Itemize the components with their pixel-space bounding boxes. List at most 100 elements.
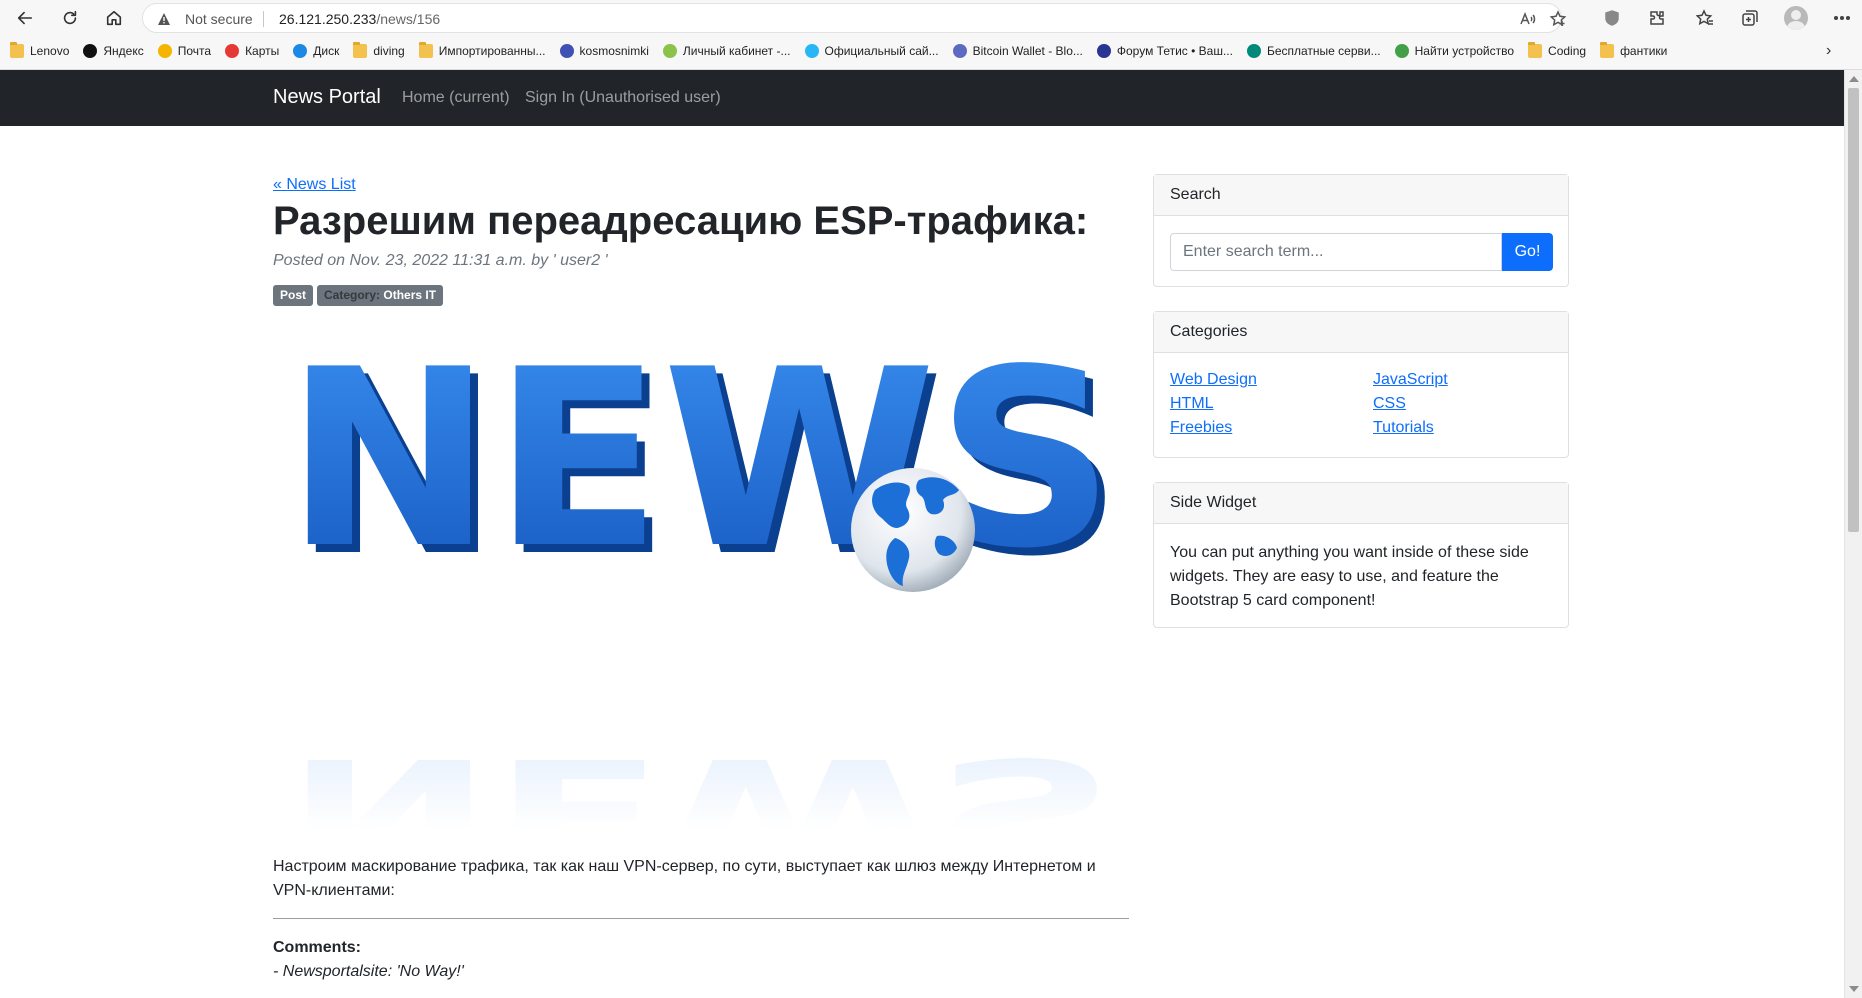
back-to-news-list-link[interactable]: « News List [273, 176, 356, 194]
folder-icon [10, 42, 24, 58]
address-bar[interactable]: Not secure 26.121.250.233/news/156 [142, 3, 1567, 33]
search-card: Search Enter search term... Go! [1153, 174, 1569, 287]
post-body-text: Настроим маскирование трафика, так как н… [273, 858, 1096, 899]
browser-chrome: Not secure 26.121.250.233/news/156 Lenov… [0, 0, 1862, 70]
bookmark-item[interactable]: Карты [225, 40, 279, 62]
bookmark-label: Бесплатные серви... [1266, 44, 1381, 58]
side-widget-title: Side Widget [1154, 483, 1568, 524]
globe-icon [851, 468, 975, 592]
categories-card-title: Categories [1154, 312, 1568, 353]
back-button[interactable] [12, 5, 38, 31]
category-link-css[interactable]: CSS [1373, 395, 1406, 413]
post-meta: Posted on Nov. 23, 2022 11:31 a.m. by ' … [273, 252, 608, 269]
hero-word: NEWS [285, 330, 1115, 602]
forum-icon [1096, 44, 1111, 58]
bookmark-label: Coding [1548, 44, 1587, 58]
bookmarks-bar: Lenovo Яндекс Почта Карты Диск diving Импортир… [0, 38, 1862, 64]
bookmark-label: Карты [245, 44, 280, 58]
category-link-tutorials[interactable]: Tutorials [1373, 419, 1434, 437]
bookmark-label: Форум Тетис • Ваш... [1116, 44, 1233, 58]
reload-button[interactable] [57, 5, 83, 31]
nav-home-link[interactable]: Home (current) [402, 89, 510, 107]
bookmarks-overflow-chevron-icon[interactable]: › [1826, 42, 1831, 60]
category-link-web-design[interactable]: Web Design [1170, 371, 1257, 389]
add-favorite-icon[interactable] [1549, 10, 1567, 28]
category-link-javascript[interactable]: JavaScript [1373, 371, 1448, 389]
bookmark-label: Почта [177, 44, 212, 58]
category-link-html[interactable]: HTML [1170, 395, 1214, 413]
category-badge-label: Category: [324, 288, 381, 302]
map-pin-icon [225, 44, 240, 58]
category-badge-value: Others IT [383, 288, 437, 302]
read-aloud-icon[interactable] [1518, 10, 1536, 28]
site-navbar: News Portal Home (current) Sign In (Unau… [0, 70, 1844, 126]
extensions-icon[interactable] [1645, 6, 1669, 30]
bookmark-label: фантики [1620, 44, 1668, 58]
emblem-icon [662, 44, 677, 58]
url-text: 26.121.250.233/news/156 [279, 11, 440, 27]
bookmark-label: Личный кабинет -... [682, 44, 791, 58]
more-menu-icon[interactable] [1830, 6, 1854, 30]
mail-icon [157, 44, 172, 58]
favorites-icon[interactable] [1693, 6, 1717, 30]
address-row: Not secure 26.121.250.233/news/156 [0, 0, 1862, 36]
cube-icon [952, 44, 967, 58]
search-go-button[interactable]: Go! [1502, 233, 1553, 271]
navbar-brand[interactable]: News Portal [273, 86, 381, 109]
profile-avatar-icon[interactable] [1784, 6, 1808, 30]
bookmark-label: Импортированны... [438, 44, 546, 58]
post-badges: Post Category: Others IT [273, 285, 444, 306]
scroll-down-icon[interactable] [1849, 986, 1859, 992]
bookmark-item[interactable]: Найти устройство [1394, 40, 1515, 62]
collections-icon[interactable] [1738, 6, 1762, 30]
side-widget-card: Side Widget You can put anything you wan… [1153, 482, 1569, 628]
bookmark-item[interactable]: Диск [293, 40, 339, 62]
home-button[interactable] [101, 5, 127, 31]
yandex-icon [83, 44, 98, 58]
bookmark-item[interactable]: Bitcoin Wallet - Blo... [952, 40, 1083, 62]
url-host: 26.121.250.233 [279, 11, 377, 27]
warning-icon [158, 13, 170, 25]
post-hero-image: NEWS NEWS NEWS [273, 330, 1129, 830]
refresh-icon [63, 10, 77, 25]
comment-item: - Newsportalsite: 'No Way!' [273, 963, 464, 980]
bookmark-item[interactable]: Форум Тетис • Ваш... [1096, 40, 1233, 62]
bookmark-label: Яндекс [103, 44, 144, 58]
bookmark-item[interactable]: Личный кабинет -... [662, 40, 791, 62]
shield-extension-icon[interactable] [1600, 6, 1624, 30]
bookmark-label: Bitcoin Wallet - Blo... [972, 44, 1083, 58]
bookmark-item[interactable]: kosmosnimki [559, 40, 649, 62]
nav-sign-in-link[interactable]: Sign In (Unauthorised user) [525, 89, 721, 107]
side-widget-text: You can put anything you want inside of … [1170, 544, 1529, 609]
search-input[interactable]: Enter search term... [1170, 233, 1502, 271]
bookmark-label: Найти устройство [1414, 44, 1515, 58]
bookmark-item[interactable]: Почта [157, 40, 212, 62]
bookmark-label: Lenovo [30, 44, 70, 58]
search-card-title: Search [1154, 175, 1568, 216]
bookmark-item[interactable]: Coding [1528, 40, 1586, 62]
folder-icon [418, 42, 433, 58]
comments-divider [273, 918, 1129, 919]
category-badge: Category: Others IT [317, 285, 444, 306]
scroll-thumb[interactable] [1848, 88, 1859, 532]
bookmark-label: Диск [313, 44, 340, 58]
bookmark-item[interactable]: Яндекс [83, 40, 144, 62]
home-icon [106, 10, 122, 26]
k-icon [1246, 44, 1261, 58]
folder-icon [1600, 42, 1615, 58]
bookmark-item[interactable]: diving [353, 40, 405, 62]
bookmark-item[interactable]: фантики [1600, 40, 1667, 62]
address-separator [263, 11, 264, 27]
security-label: Not secure [185, 11, 253, 27]
page-scrollbar[interactable] [1844, 70, 1862, 998]
bookmark-item[interactable]: Импортированны... [418, 40, 546, 62]
bookmark-label: diving [373, 44, 405, 58]
folder-icon [1528, 42, 1543, 58]
bookmark-item[interactable]: Бесплатные серви... [1246, 40, 1381, 62]
disk-icon [293, 44, 308, 58]
url-path: /news/156 [376, 11, 441, 27]
bookmark-item[interactable]: Lenovo [10, 40, 69, 62]
scroll-up-icon[interactable] [1849, 76, 1859, 82]
bookmark-item[interactable]: Официальный сай... [804, 40, 939, 62]
category-link-freebies[interactable]: Freebies [1170, 419, 1232, 437]
